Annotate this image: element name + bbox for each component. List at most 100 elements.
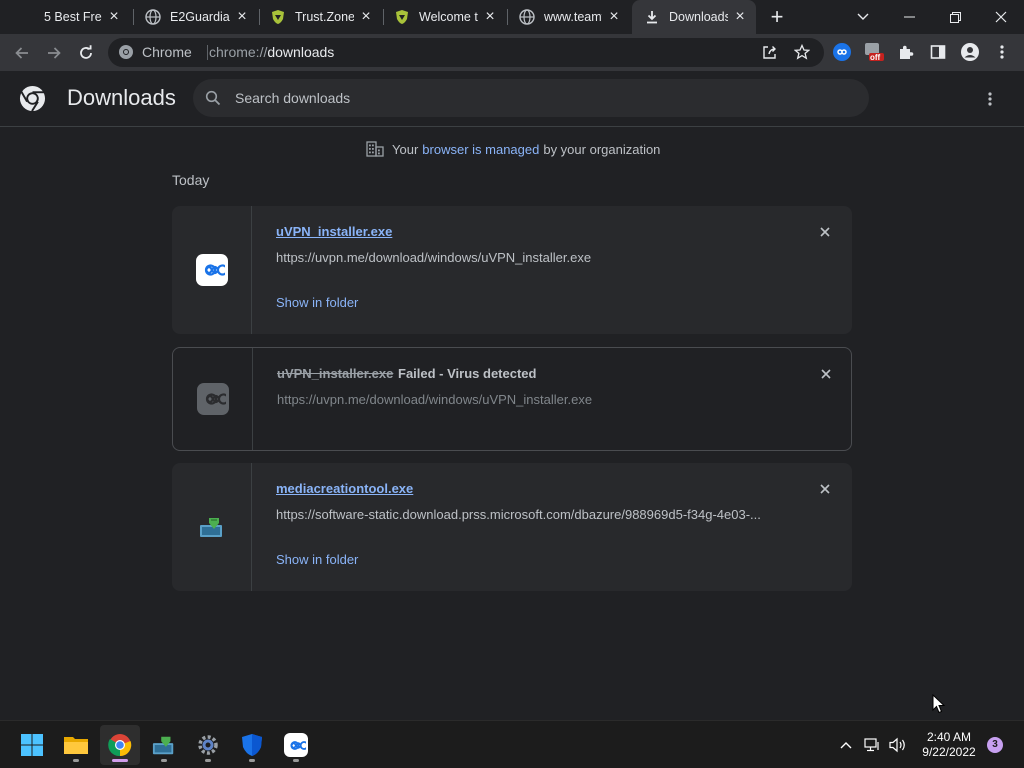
tab-downloads[interactable]: Downloads × (632, 0, 756, 34)
trustzone-shield-icon (270, 9, 286, 25)
source-url[interactable]: https://uvpn.me/download/windows/uVPN_in… (276, 250, 591, 265)
media-creation-tool-icon (199, 518, 222, 537)
bookmark-button[interactable] (792, 42, 812, 62)
close-tab-icon[interactable]: × (482, 8, 498, 25)
download-icon-column (172, 206, 252, 334)
close-icon (820, 484, 830, 494)
taskbar-chrome[interactable] (100, 725, 140, 765)
source-url[interactable]: https://software-static.download.prss.mi… (276, 507, 761, 522)
tab-5-best-free[interactable]: 5 Best Free × (10, 0, 130, 34)
search-box[interactable] (193, 79, 869, 117)
tab-search-button[interactable] (840, 0, 886, 34)
chrome-icon (108, 734, 132, 757)
reload-icon (80, 45, 92, 59)
close-tab-icon[interactable]: × (106, 8, 122, 25)
globe-icon (519, 9, 535, 25)
reload-button[interactable] (72, 39, 100, 67)
restore-button[interactable] (932, 0, 978, 34)
date-section-label: Today (172, 172, 210, 188)
speaker-icon (889, 737, 905, 753)
network-icon (864, 738, 879, 752)
file-name-link[interactable]: uVPN_installer.exe (276, 224, 392, 239)
settings-icon (198, 735, 218, 755)
minimize-button[interactable] (886, 0, 932, 34)
tab-welcome[interactable]: Welcome to × (386, 0, 506, 34)
url-text[interactable]: chrome://downloads (209, 38, 334, 67)
chrome-menu-button[interactable] (992, 42, 1012, 62)
uvpn-icon (833, 43, 851, 61)
close-tab-icon[interactable]: × (732, 8, 748, 25)
taskbar-settings[interactable] (188, 725, 228, 765)
show-in-folder-link[interactable]: Show in folder (276, 295, 358, 310)
minimize-icon (903, 16, 915, 18)
running-indicator (161, 759, 167, 762)
page-title: Downloads (67, 85, 176, 110)
site-chip[interactable]: Chrome (142, 38, 192, 67)
back-button[interactable] (8, 39, 36, 67)
taskbar-uvpn[interactable] (276, 725, 316, 765)
forward-button[interactable] (40, 39, 68, 67)
tab-teamviewer[interactable]: www.teamv × (510, 0, 630, 34)
close-tab-icon[interactable]: × (358, 8, 374, 25)
tab-title: 5 Best Free (44, 10, 102, 24)
network-button[interactable] (863, 735, 883, 755)
tab-title: Trust.Zone (295, 10, 354, 24)
running-indicator (205, 759, 211, 762)
clock-time: 2:40 AM (926, 730, 972, 744)
star-icon (794, 44, 810, 60)
remove-download-button[interactable] (817, 224, 833, 240)
file-name-link[interactable]: mediacreationtool.exe (276, 481, 413, 496)
volume-button[interactable] (888, 735, 908, 755)
share-button[interactable] (760, 42, 780, 62)
tab-separator (383, 9, 384, 25)
close-tab-icon[interactable]: × (606, 8, 622, 25)
managed-link[interactable]: browser is managed (422, 142, 539, 157)
new-tab-button[interactable]: + (766, 6, 788, 28)
address-bar[interactable]: Chrome chrome://downloads (108, 38, 824, 67)
globe-icon (145, 9, 161, 25)
tab-title: Downloads (669, 10, 728, 24)
running-indicator (112, 759, 128, 762)
start-button[interactable] (12, 725, 52, 765)
browser-toolbar: Chrome chrome://downloads off (0, 34, 1024, 71)
chevron-up-icon (840, 742, 852, 749)
search-icon (205, 90, 221, 106)
media-creation-tool-icon (152, 736, 174, 755)
proxy-extension-button[interactable]: off (864, 42, 884, 62)
tab-separator (133, 9, 134, 25)
taskbar-media-creation-tool[interactable] (144, 725, 184, 765)
url-path: downloads (267, 44, 335, 60)
puzzle-icon (900, 45, 914, 59)
uvpn-extension-button[interactable] (832, 42, 852, 62)
system-clock[interactable]: 2:40 AM 9/22/2022 (914, 730, 984, 760)
profile-button[interactable] (960, 42, 980, 62)
url-scheme: chrome:// (209, 44, 268, 60)
uvpn-icon (195, 254, 228, 286)
more-vert-icon (1000, 45, 1004, 59)
tab-e2guardian[interactable]: E2Guardian × (136, 0, 258, 34)
uvpn-icon (196, 383, 229, 415)
download-item-failed: uVPN_installer.exe Failed - Virus detect… (172, 347, 852, 451)
taskbar-file-explorer[interactable] (56, 725, 96, 765)
source-url: https://uvpn.me/download/windows/uVPN_in… (277, 392, 593, 407)
tab-trust-zone[interactable]: Trust.Zone × (262, 0, 382, 34)
tab-title: www.teamv (544, 10, 602, 24)
download-status: Failed - Virus detected (398, 366, 537, 381)
notification-badge[interactable]: 3 (987, 737, 1003, 753)
close-window-button[interactable] (978, 0, 1024, 34)
remove-download-button[interactable] (817, 481, 833, 497)
close-tab-icon[interactable]: × (234, 8, 250, 25)
show-in-folder-link[interactable]: Show in folder (276, 552, 358, 567)
search-input[interactable] (235, 79, 835, 117)
downloads-menu-button[interactable] (980, 89, 1000, 109)
windows-start-icon (21, 734, 43, 756)
taskbar-windows-security[interactable] (232, 725, 272, 765)
tab-title: Welcome to (419, 10, 478, 24)
show-hidden-icons-button[interactable] (836, 735, 856, 755)
close-icon (820, 227, 830, 237)
running-indicator (73, 759, 79, 762)
omnibox-divider (207, 45, 208, 60)
side-panel-button[interactable] (928, 42, 948, 62)
extensions-button[interactable] (896, 42, 916, 62)
remove-download-button[interactable] (818, 366, 834, 382)
